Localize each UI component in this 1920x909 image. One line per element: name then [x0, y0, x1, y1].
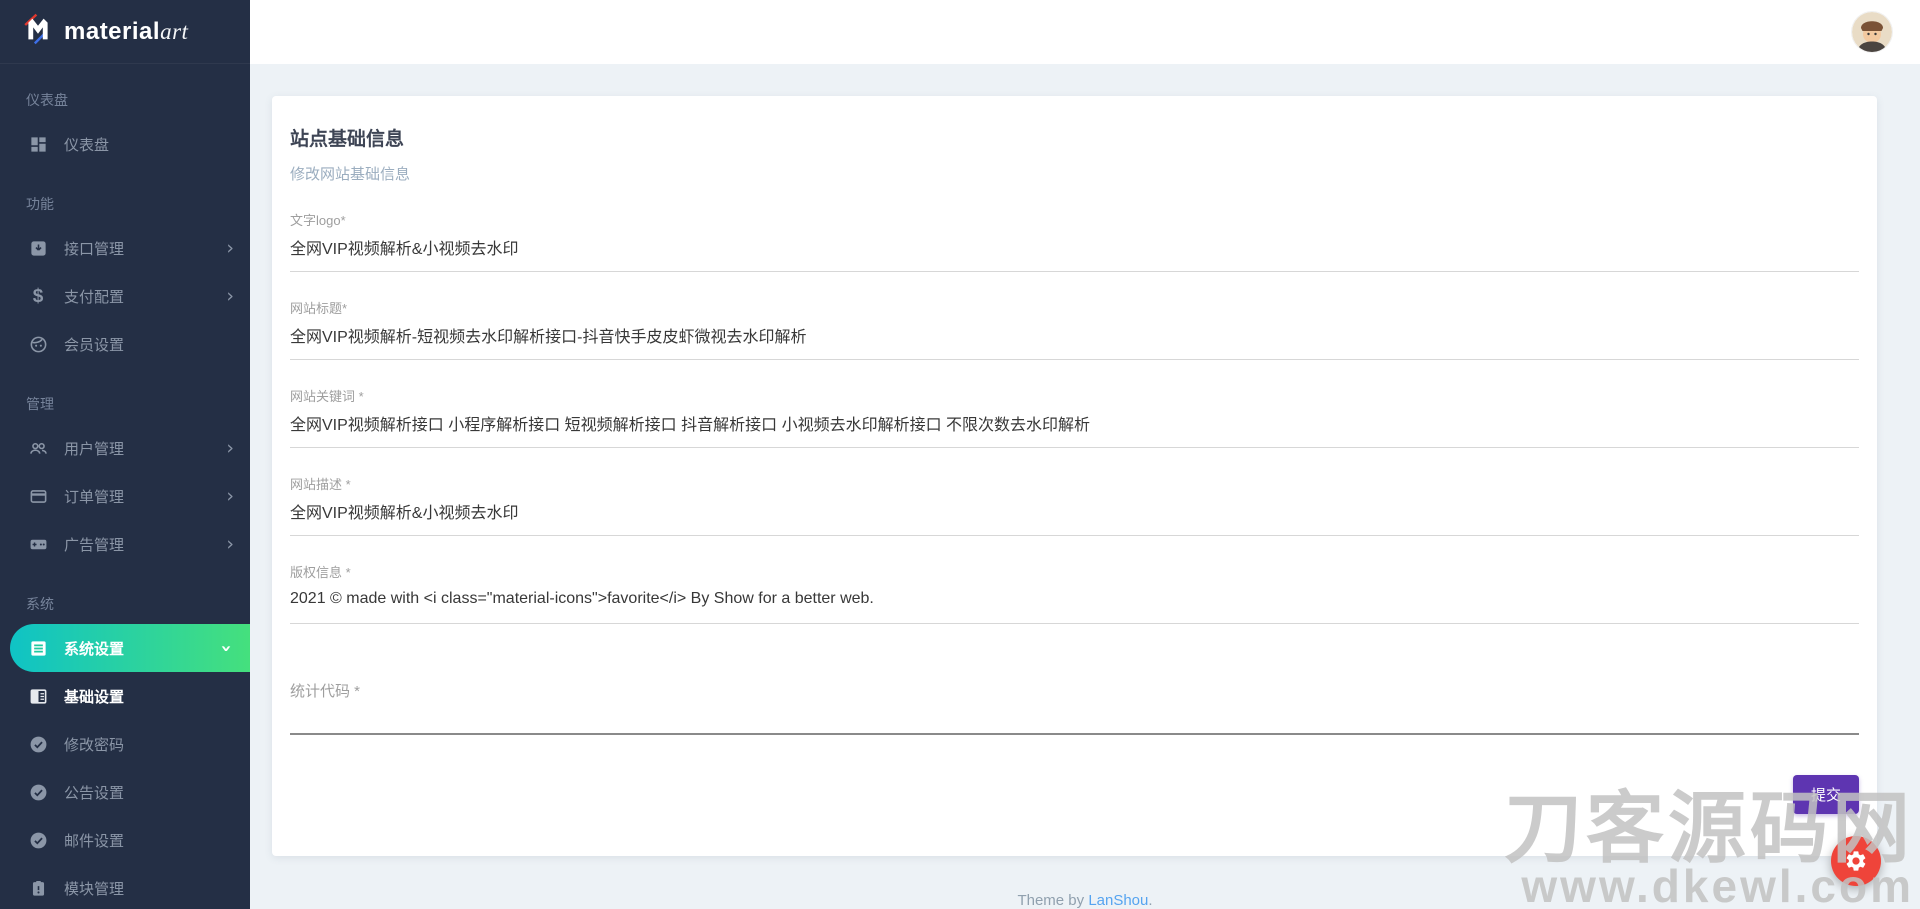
people-icon — [28, 438, 48, 458]
page-subtitle: 修改网站基础信息 — [290, 163, 1859, 184]
article-list-icon — [28, 638, 48, 658]
face-icon — [28, 334, 48, 354]
chevron-right-icon: › — [226, 535, 234, 554]
site-description-input[interactable] — [290, 493, 1859, 536]
field-site-description: 网站描述 * — [290, 474, 1859, 536]
copyright-input[interactable] — [290, 581, 1859, 624]
chevron-right-icon: › — [226, 439, 234, 458]
dollar-icon: $ — [28, 286, 48, 306]
chevron-right-icon: › — [226, 487, 234, 506]
stats-code-input[interactable] — [290, 701, 1859, 735]
check-circle-icon — [28, 734, 48, 754]
section-label-features: 功能 — [0, 194, 250, 224]
sidebar-item-module-management[interactable]: 模块管理 — [0, 864, 250, 909]
dashboard-icon — [28, 134, 48, 154]
section-label-dashboard: 仪表盘 — [0, 90, 250, 120]
field-label: 统计代码 * — [290, 680, 1859, 701]
chevron-down-icon: › — [217, 644, 236, 652]
text-logo-input[interactable] — [290, 229, 1859, 272]
section-label-management: 管理 — [0, 394, 250, 424]
chevron-right-icon: › — [226, 287, 234, 306]
sidebar-item-change-password[interactable]: 修改密码 — [0, 720, 250, 768]
brand-name: materialart — [64, 18, 188, 46]
sidebar-item-system-settings[interactable]: 系统设置 › — [10, 624, 250, 672]
field-label: 版权信息 * — [290, 562, 1859, 581]
api-box-arrow-icon — [28, 238, 48, 258]
chevron-right-icon: › — [226, 239, 234, 258]
sidebar: materialart 仪表盘 仪表盘 功能 接口管理 › $ 支付配置 › — [0, 0, 250, 909]
topbar — [250, 0, 1920, 64]
field-label: 文字logo* — [290, 210, 1859, 229]
section-label-system: 系统 — [0, 594, 250, 624]
check-circle-icon — [28, 830, 48, 850]
card-icon — [28, 486, 48, 506]
submit-button[interactable]: 提交 — [1793, 775, 1859, 814]
footer: Theme by LanShou. — [250, 892, 1920, 909]
check-circle-icon — [28, 782, 48, 802]
page-title: 站点基础信息 — [290, 124, 1859, 151]
sidebar-item-payment-config[interactable]: $ 支付配置 › — [0, 272, 250, 320]
sidebar-item-order-management[interactable]: 订单管理 › — [0, 472, 250, 520]
sidebar-item-dashboard[interactable]: 仪表盘 — [0, 120, 250, 168]
sidebar-item-api-management[interactable]: 接口管理 › — [0, 224, 250, 272]
clipboard-alert-icon — [28, 878, 48, 898]
theme-author-link[interactable]: LanShou — [1088, 892, 1148, 909]
settings-fab-button[interactable] — [1831, 836, 1881, 886]
site-basic-info-card: 站点基础信息 修改网站基础信息 文字logo* 网站标题* 网站关键词 * 网站… — [272, 96, 1877, 856]
main-content: 站点基础信息 修改网站基础信息 文字logo* 网站标题* 网站关键词 * 网站… — [250, 64, 1920, 909]
field-text-logo: 文字logo* — [290, 210, 1859, 272]
site-keywords-input[interactable] — [290, 405, 1859, 448]
field-site-title: 网站标题* — [290, 298, 1859, 360]
sidebar-item-member-settings[interactable]: 会员设置 — [0, 320, 250, 368]
field-site-keywords: 网站关键词 * — [290, 386, 1859, 448]
sidebar-item-ad-management[interactable]: 广告管理 › — [0, 520, 250, 568]
field-stats-code: 统计代码 * — [290, 680, 1859, 735]
sidebar-item-user-management[interactable]: 用户管理 › — [0, 424, 250, 472]
user-avatar[interactable] — [1852, 12, 1892, 52]
sidebar-item-announcement-settings[interactable]: 公告设置 — [0, 768, 250, 816]
gamepad-ad-icon — [28, 534, 48, 554]
sidebar-item-basic-settings[interactable]: 基础设置 — [0, 672, 250, 720]
gear-icon — [1844, 849, 1868, 873]
brand-m-icon — [22, 13, 54, 50]
field-label: 网站关键词 * — [290, 386, 1859, 405]
reader-icon — [28, 686, 48, 706]
field-copyright: 版权信息 * — [290, 562, 1859, 624]
field-label: 网站标题* — [290, 298, 1859, 317]
brand-logo: materialart — [0, 0, 250, 64]
site-title-input[interactable] — [290, 317, 1859, 360]
sidebar-item-mail-settings[interactable]: 邮件设置 — [0, 816, 250, 864]
field-label: 网站描述 * — [290, 474, 1859, 493]
